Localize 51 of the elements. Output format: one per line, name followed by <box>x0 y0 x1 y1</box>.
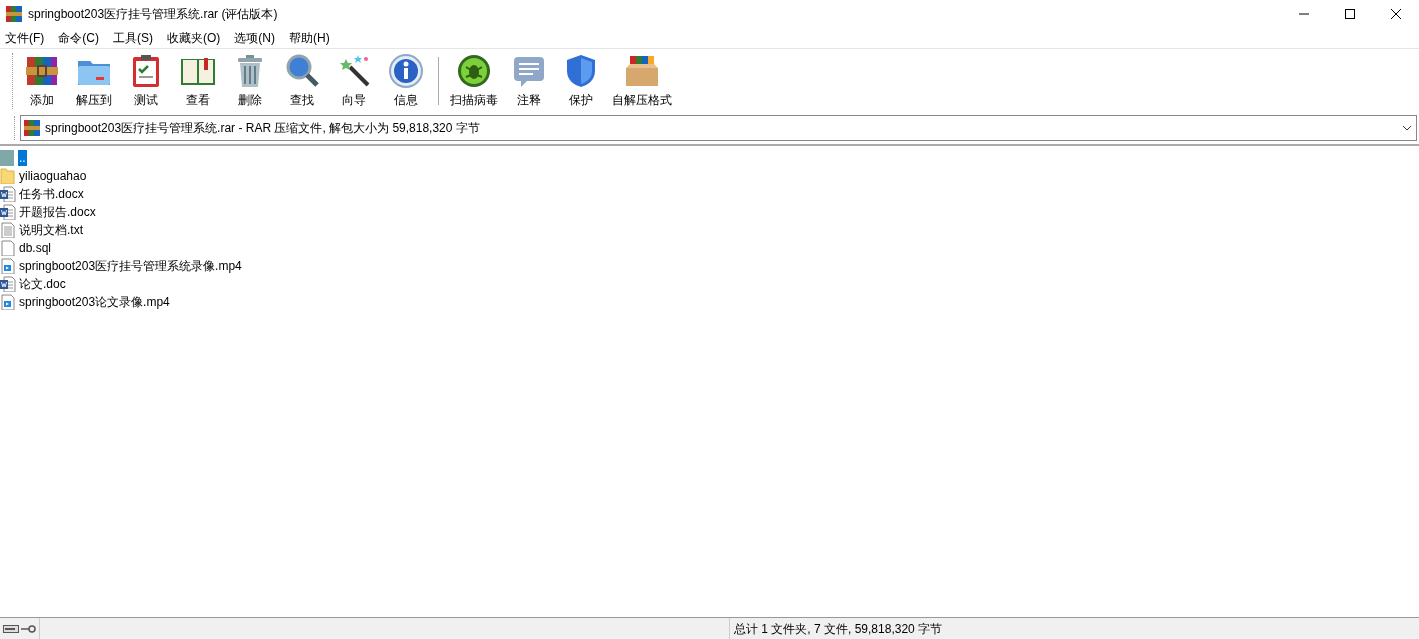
file-name: yiliaoguahao <box>18 168 88 184</box>
app-logo-icon <box>6 6 22 22</box>
toolbar-button[interactable]: 查看 <box>172 50 224 111</box>
file-name: 任务书.docx <box>18 186 85 202</box>
toolbar-button[interactable]: 解压到 <box>68 50 120 111</box>
status-summary: 总计 1 文件夹, 7 文件, 59,818,320 字节 <box>733 620 943 638</box>
menu-item[interactable]: 命令(C) <box>58 29 99 47</box>
menu-item[interactable]: 工具(S) <box>113 29 153 47</box>
toolbar-button[interactable]: 注释 <box>503 50 555 111</box>
chevron-down-icon <box>1402 125 1412 131</box>
toolbar-button[interactable]: 查找 <box>276 50 328 111</box>
file-row[interactable]: 任务书.docx <box>0 185 1419 203</box>
file-row[interactable]: 论文.doc <box>0 275 1419 293</box>
file-row[interactable]: springboot203论文录像.mp4 <box>0 293 1419 311</box>
file-name: springboot203论文录像.mp4 <box>18 294 171 310</box>
file-row[interactable]: 开题报告.docx <box>0 203 1419 221</box>
close-icon <box>1391 9 1401 19</box>
file-row[interactable]: springboot203医疗挂号管理系统录像.mp4 <box>0 257 1419 275</box>
file-name: 论文.doc <box>18 276 67 292</box>
file-name: 开题报告.docx <box>18 204 97 220</box>
file-row[interactable]: .. <box>0 149 1419 167</box>
menu-item[interactable]: 帮助(H) <box>289 29 330 47</box>
file-name: db.sql <box>18 240 53 256</box>
toolbar-button[interactable]: 信息 <box>380 50 432 111</box>
magnifier-icon <box>284 52 320 89</box>
info-icon <box>388 52 424 89</box>
file-name: springboot203医疗挂号管理系统录像.mp4 <box>18 258 243 274</box>
archive-icon <box>24 120 40 136</box>
toolbar-button[interactable]: 添加 <box>16 50 68 111</box>
toolbar-button[interactable]: 向导 <box>328 50 380 111</box>
file-row[interactable]: 说明文档.txt <box>0 221 1419 239</box>
up-folder-icon <box>0 150 16 166</box>
file-row[interactable]: yiliaoguahao <box>0 167 1419 185</box>
file-row[interactable]: db.sql <box>0 239 1419 257</box>
toolbar-button[interactable]: 测试 <box>120 50 172 111</box>
maximize-icon <box>1345 9 1355 19</box>
toolbar-button[interactable]: 保护 <box>555 50 607 111</box>
file-name: .. <box>18 150 27 166</box>
menu-item[interactable]: 收藏夹(O) <box>167 29 221 47</box>
drive-icon <box>3 624 19 633</box>
toolbar-button[interactable]: 删除 <box>224 50 276 111</box>
menu-item[interactable]: 文件(F) <box>5 29 45 47</box>
file-name: 说明文档.txt <box>18 222 84 238</box>
bug-icon <box>456 52 492 89</box>
key-icon <box>21 624 37 633</box>
window-title: springboot203医疗挂号管理系统.rar (评估版本) <box>28 6 278 23</box>
folder-icon <box>0 168 16 184</box>
address-dropdown[interactable]: springboot203医疗挂号管理系统.rar - RAR 压缩文件, 解包大小为 59,818,320 字节 <box>20 115 1417 141</box>
toolbar-button[interactable]: 扫描病毒 <box>445 50 503 111</box>
toolbar-button[interactable]: 自解压格式 <box>607 50 677 111</box>
menu-item[interactable]: 选项(N) <box>234 29 275 47</box>
